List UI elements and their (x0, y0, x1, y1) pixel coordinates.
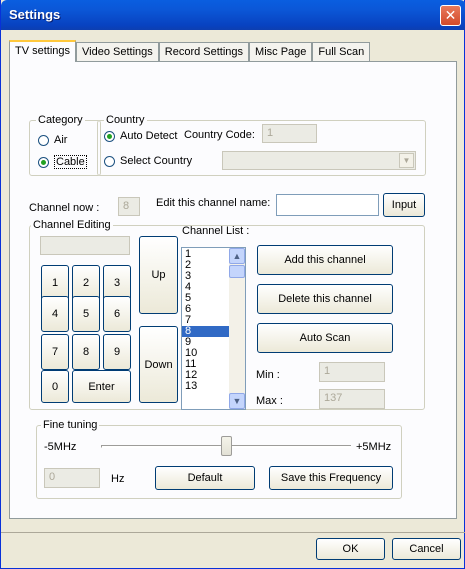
country-legend: Country (104, 114, 147, 126)
tab-tv-settings[interactable]: TV settings (9, 40, 77, 62)
close-button[interactable]: ✕ (440, 5, 461, 26)
category-air-label: Air (54, 134, 68, 146)
cancel-button[interactable]: Cancel (392, 538, 461, 560)
enter-button[interactable]: Enter (72, 370, 131, 403)
fine-tuning-max-label: +5MHz (356, 441, 392, 453)
edit-channel-name-label: Edit this channel name: (156, 197, 271, 209)
scroll-thumb[interactable] (229, 265, 245, 278)
channel-list-label: Channel List : (182, 225, 250, 237)
default-button[interactable]: Default (155, 466, 255, 490)
country-code-field[interactable]: 1 (262, 124, 317, 143)
category-air-radio[interactable]: Air (38, 134, 67, 146)
fine-tuning-group: Fine tuning -5MHz +5MHz 0 Hz Default Sav… (36, 419, 402, 499)
select-country-label: Select Country (120, 155, 193, 167)
country-group: Country Auto Detect Country Code: 1 Sele… (97, 114, 426, 176)
tab-full-scan[interactable]: Full Scan (312, 42, 371, 62)
tab-video-settings[interactable]: Video Settings (76, 42, 159, 62)
key-4[interactable]: 4 (41, 296, 69, 332)
country-code-label: Country Code: (184, 129, 255, 141)
tab-misc-page[interactable]: Misc Page (249, 42, 313, 62)
tab-strip: TV settings Video Settings Record Settin… (9, 40, 371, 62)
key-0[interactable]: 0 (41, 370, 69, 403)
auto-detect-radio[interactable]: Auto Detect (104, 130, 177, 142)
add-channel-button[interactable]: Add this channel (257, 245, 393, 275)
select-country-radio[interactable]: Select Country (104, 155, 192, 167)
footer-divider (1, 532, 465, 533)
channel-list-scrollbar[interactable]: ▲ ▼ (229, 248, 245, 409)
chevron-down-icon: ▼ (399, 153, 414, 168)
min-label: Min : (256, 369, 280, 381)
max-label: Max : (256, 395, 283, 407)
settings-window: Settings ✕ TV settings Video Settings Re… (0, 0, 465, 569)
channel-now-label: Channel now : (29, 202, 100, 214)
fine-tuning-min-label: -5MHz (44, 441, 77, 453)
auto-scan-button[interactable]: Auto Scan (257, 323, 393, 353)
category-group: Category Air Cable (29, 114, 101, 176)
hz-unit-label: Hz (111, 473, 125, 485)
category-cable-label: Cable (54, 155, 87, 169)
channel-list[interactable]: 1 2 3 4 5 6 7 8 9 10 11 12 13 ▲ ▼ (181, 247, 246, 410)
fine-tuning-thumb[interactable] (221, 436, 232, 456)
title-bar[interactable]: Settings ✕ (1, 0, 465, 30)
fine-tuning-legend: Fine tuning (41, 419, 100, 431)
down-button[interactable]: Down (139, 326, 178, 403)
min-field[interactable]: 1 (319, 362, 385, 382)
input-button[interactable]: Input (383, 193, 425, 217)
scroll-up-icon[interactable]: ▲ (229, 248, 245, 264)
up-button[interactable]: Up (139, 236, 178, 314)
radio-circle (38, 134, 49, 146)
hz-field[interactable]: 0 (44, 468, 100, 488)
radio-circle-selected (38, 156, 49, 168)
country-select[interactable]: ▼ (222, 151, 416, 170)
scroll-down-icon[interactable]: ▼ (229, 393, 245, 409)
key-5[interactable]: 5 (72, 296, 100, 332)
channel-now-field[interactable]: 8 (118, 197, 140, 216)
tab-panel: Category Air Cable Country Auto Detect C… (9, 61, 457, 519)
delete-channel-button[interactable]: Delete this channel (257, 284, 393, 314)
channel-name-input[interactable] (276, 194, 379, 216)
radio-circle (104, 155, 115, 167)
channel-number-display (40, 236, 130, 255)
key-7[interactable]: 7 (41, 334, 69, 370)
auto-detect-label: Auto Detect (120, 130, 178, 142)
radio-circle-selected (104, 130, 115, 142)
key-8[interactable]: 8 (72, 334, 100, 370)
close-icon: ✕ (444, 7, 457, 23)
ok-button[interactable]: OK (316, 538, 385, 560)
tab-record-settings[interactable]: Record Settings (158, 42, 250, 62)
key-6[interactable]: 6 (103, 296, 131, 332)
category-cable-radio[interactable]: Cable (38, 155, 87, 169)
channel-editing-legend: Channel Editing (31, 219, 113, 231)
category-legend: Category (36, 114, 85, 126)
max-field[interactable]: 137 (319, 389, 385, 409)
key-9[interactable]: 9 (103, 334, 131, 370)
window-title: Settings (9, 7, 61, 22)
save-frequency-button[interactable]: Save this Frequency (269, 466, 393, 490)
